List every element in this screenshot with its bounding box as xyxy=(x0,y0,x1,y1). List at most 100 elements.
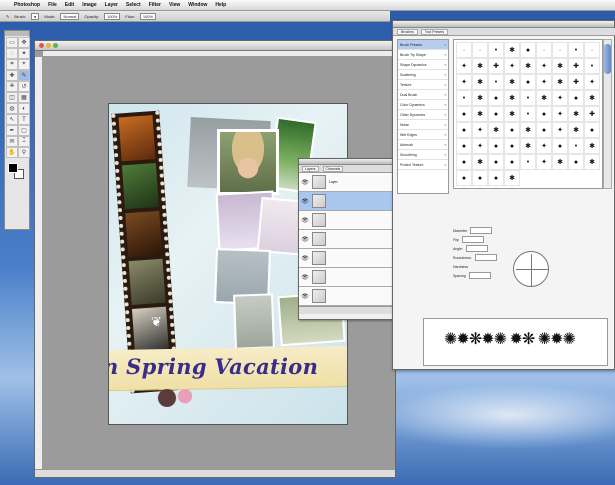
menu-photoshop[interactable]: Photoshop xyxy=(14,2,40,8)
shape-icon[interactable]: ▢ xyxy=(18,125,30,136)
brush-tip-preset[interactable]: ✱ xyxy=(504,42,520,58)
magic-wand-icon[interactable]: ✦ xyxy=(18,48,30,59)
visibility-eye-icon[interactable]: 👁 xyxy=(301,254,309,262)
brush-tip-preset[interactable]: ● xyxy=(536,106,552,122)
brush-tip-preset[interactable]: · xyxy=(552,42,568,58)
layer-row[interactable]: 👁 xyxy=(299,230,393,249)
brush-tip-preset[interactable]: ● xyxy=(568,90,584,106)
pen-icon[interactable]: ✒ xyxy=(6,125,18,136)
menu-help[interactable]: Help xyxy=(215,2,226,8)
brush-option-item[interactable]: Wet Edges ▪ xyxy=(398,130,448,140)
lock-icon[interactable]: ▪ xyxy=(445,112,446,117)
zoom-icon[interactable]: ⚲ xyxy=(18,147,30,158)
brush-tip-preset[interactable]: ● xyxy=(504,138,520,154)
brush-tip-preset[interactable]: ✦ xyxy=(536,154,552,170)
brush-tip-preset[interactable]: • xyxy=(488,42,504,58)
lock-icon[interactable]: ▪ xyxy=(445,132,446,137)
brush-tip-preset[interactable]: • xyxy=(520,154,536,170)
brush-option-item[interactable]: Smoothing ▪ xyxy=(398,150,448,160)
scrollbar-thumb[interactable] xyxy=(604,44,611,74)
menu-filter[interactable]: Filter xyxy=(149,2,161,8)
zoom-button[interactable] xyxy=(53,43,58,48)
brush-tip-preset[interactable]: • xyxy=(520,106,536,122)
layer-row[interactable]: 👁 xyxy=(299,287,393,306)
brush-tip-preset[interactable]: • xyxy=(568,138,584,154)
brush-tip-preset[interactable]: ✱ xyxy=(552,74,568,90)
brush-tip-preset[interactable]: · xyxy=(584,42,600,58)
brush-tip-preset[interactable]: ● xyxy=(472,170,488,186)
brush-tip-preset[interactable]: ✦ xyxy=(584,74,600,90)
opacity-field[interactable]: 100% xyxy=(104,12,121,20)
brush-tip-preset[interactable]: ✦ xyxy=(504,58,520,74)
foreground-color-swatch[interactable] xyxy=(8,163,18,173)
menu-file[interactable]: File xyxy=(48,2,57,8)
gradient-icon[interactable]: ▦ xyxy=(18,92,30,103)
tab-tool-presets[interactable]: Tool Presets xyxy=(420,28,449,35)
brush-tip-preset[interactable]: ● xyxy=(488,138,504,154)
brush-tip-preset[interactable]: ✱ xyxy=(504,106,520,122)
tab-brushes[interactable]: Brushes xyxy=(397,28,418,35)
brush-tip-preset[interactable]: ● xyxy=(536,122,552,138)
lock-icon[interactable]: ▪ xyxy=(445,152,446,157)
history-brush-icon[interactable]: ↺ xyxy=(18,81,30,92)
brush-tip-preset[interactable]: ✚ xyxy=(488,58,504,74)
lock-icon[interactable]: ▪ xyxy=(445,142,446,147)
lock-icon[interactable]: ▪ xyxy=(445,82,446,87)
roundness-field[interactable] xyxy=(474,254,497,261)
brush-tip-preset[interactable]: • xyxy=(520,90,536,106)
brush-tip-preset[interactable]: ● xyxy=(568,154,584,170)
brush-tip-preset[interactable]: • xyxy=(456,90,472,106)
visibility-eye-icon[interactable]: 👁 xyxy=(301,273,309,281)
brush-tip-preset[interactable]: ✦ xyxy=(552,122,568,138)
notes-icon[interactable]: ✉ xyxy=(6,136,18,147)
move-icon[interactable]: ✥ xyxy=(18,37,30,48)
brush-tip-preset[interactable]: ✚ xyxy=(584,106,600,122)
brush-tip-preset[interactable]: ✱ xyxy=(536,90,552,106)
marquee-icon[interactable]: ▭ xyxy=(6,37,18,48)
brush-tip-preset[interactable]: ● xyxy=(504,122,520,138)
minimize-button[interactable] xyxy=(46,43,51,48)
brush-tip-preset[interactable]: ✱ xyxy=(584,138,600,154)
diameter-field[interactable] xyxy=(470,227,493,234)
menu-edit[interactable]: Edit xyxy=(65,2,74,8)
brush-tip-preset[interactable]: ● xyxy=(520,42,536,58)
brush-tip-preset[interactable]: ✱ xyxy=(552,58,568,74)
spacing-field[interactable] xyxy=(468,272,491,279)
stamp-icon[interactable]: ⎈ xyxy=(6,81,18,92)
brush-preset-icon[interactable]: ✎ xyxy=(6,14,9,19)
brush-tip-preset[interactable]: ✱ xyxy=(504,170,520,186)
brush-tip-preset[interactable]: ✦ xyxy=(536,58,552,74)
brush-tip-preset[interactable]: ✱ xyxy=(472,106,488,122)
brush-tip-preset[interactable]: ● xyxy=(552,138,568,154)
brush-tip-preset[interactable]: · xyxy=(536,42,552,58)
menu-view[interactable]: View xyxy=(169,2,180,8)
brush-tip-preset[interactable]: ✦ xyxy=(456,58,472,74)
brush-option-item[interactable]: Dual Brush ▪ xyxy=(398,90,448,100)
brush-tip-preset[interactable]: ✦ xyxy=(456,74,472,90)
document-titlebar[interactable] xyxy=(35,41,395,51)
lock-icon[interactable]: ▪ xyxy=(445,42,446,47)
visibility-eye-icon[interactable]: 👁 xyxy=(301,235,309,243)
mode-select[interactable]: Normal xyxy=(60,12,80,20)
layer-row[interactable]: 👁 xyxy=(299,268,393,287)
brush-option-item[interactable]: Protect Texture ▪ xyxy=(398,160,448,170)
lock-icon[interactable]: ▪ xyxy=(445,52,446,57)
brush-option-item[interactable]: Brush Tip Shape ▪ xyxy=(398,50,448,60)
layer-row[interactable]: 👁 Layer xyxy=(299,173,393,192)
brush-tip-preset[interactable]: ● xyxy=(456,106,472,122)
brush-tip-preset[interactable]: ✱ xyxy=(568,106,584,122)
lock-icon[interactable]: ▪ xyxy=(445,72,446,77)
eraser-icon[interactable]: ◫ xyxy=(6,92,18,103)
heal-icon[interactable]: ✚ xyxy=(6,70,18,81)
brush-tip-preset[interactable]: ✦ xyxy=(536,138,552,154)
visibility-eye-icon[interactable]: 👁 xyxy=(301,197,309,205)
brush-option-item[interactable]: Shape Dynamics ▪ xyxy=(398,60,448,70)
brush-picker[interactable]: ● xyxy=(30,12,40,20)
path-select-icon[interactable]: ↖ xyxy=(6,114,18,125)
layer-row[interactable]: 👁 xyxy=(299,192,393,211)
brush-tip-preset[interactable]: ✦ xyxy=(472,122,488,138)
brush-tip-preset[interactable]: ● xyxy=(488,170,504,186)
brush-option-item[interactable]: Noise ▪ xyxy=(398,120,448,130)
lock-icon[interactable]: ▪ xyxy=(445,122,446,127)
brush-tip-preset[interactable]: ● xyxy=(504,154,520,170)
